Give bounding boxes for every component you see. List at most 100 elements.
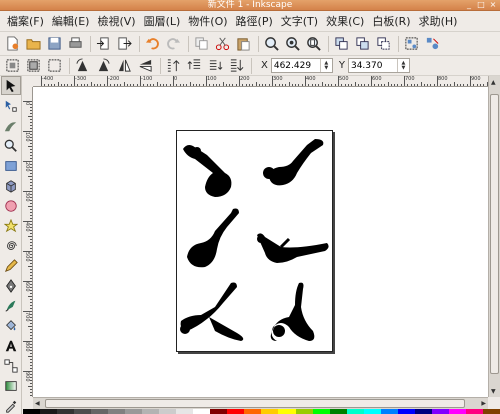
menu-file[interactable]: 檔案(F) — [4, 12, 47, 31]
y-spinbox[interactable]: ▲▼ — [347, 58, 410, 73]
y-input[interactable] — [348, 59, 397, 72]
x-spinbox[interactable]: ▲▼ — [270, 58, 333, 73]
palette-swatch[interactable] — [346, 409, 364, 414]
pencil-tool-icon[interactable] — [1, 256, 21, 275]
vertical-ruler[interactable]: 01002003004005006007008009001000 — [23, 87, 33, 397]
palette-swatch[interactable] — [125, 409, 143, 414]
drawing-canvas[interactable] — [33, 87, 488, 397]
export-icon[interactable] — [115, 34, 134, 53]
horizontal-scrollbar[interactable]: ◀ ▶ — [33, 397, 488, 409]
palette-swatch[interactable] — [397, 409, 415, 414]
import-icon[interactable] — [94, 34, 113, 53]
close-icon[interactable]: × — [488, 0, 498, 10]
rotate-cw-icon[interactable] — [94, 56, 113, 75]
menu-layer[interactable]: 圖層(L) — [141, 12, 184, 31]
scroll-down-icon[interactable]: ▼ — [491, 388, 496, 395]
dancer-silhouette[interactable] — [263, 139, 324, 186]
horizontal-ruler[interactable]: -400 -300 -200 -100 0 100 200 300 400 500 600 700 80… — [33, 76, 488, 87]
flip-vertical-icon[interactable] — [136, 56, 155, 75]
palette-swatch[interactable] — [448, 409, 466, 414]
palette-swatch[interactable] — [176, 409, 194, 414]
menu-edit[interactable]: 編輯(E) — [49, 12, 93, 31]
dropper-tool-icon[interactable] — [1, 396, 21, 414]
zoom-drawing-icon[interactable] — [283, 34, 302, 53]
tweak-tool-icon[interactable] — [1, 116, 21, 135]
text-tool-icon[interactable] — [1, 336, 21, 355]
vertical-scroll-thumb[interactable] — [490, 94, 499, 374]
palette-swatch[interactable] — [312, 409, 330, 414]
palette-swatch[interactable] — [482, 409, 500, 414]
dancer-silhouette[interactable] — [270, 282, 315, 341]
palette-swatch[interactable] — [142, 409, 160, 414]
y-spin-arrows[interactable]: ▲ ▼ — [396, 59, 409, 72]
x-input[interactable] — [271, 59, 320, 72]
palette-swatch[interactable] — [431, 409, 449, 414]
horizontal-scroll-thumb[interactable] — [45, 399, 465, 408]
paste-icon[interactable] — [234, 34, 253, 53]
palette-swatch[interactable] — [57, 409, 75, 414]
scroll-up-icon[interactable]: ▲ — [491, 79, 496, 86]
cut-icon[interactable] — [213, 34, 232, 53]
select-all-layers-icon[interactable] — [24, 56, 43, 75]
paint-bucket-tool-icon[interactable] — [1, 316, 21, 335]
palette-swatch[interactable] — [329, 409, 347, 414]
palette-swatch[interactable] — [414, 409, 432, 414]
zoom-selection-icon[interactable] — [262, 34, 281, 53]
palette-swatch[interactable] — [278, 409, 296, 414]
menu-view[interactable]: 檢視(V) — [94, 12, 138, 31]
redo-icon[interactable] — [164, 34, 183, 53]
group-icon[interactable] — [402, 34, 421, 53]
copy-icon[interactable] — [192, 34, 211, 53]
palette-swatch[interactable] — [465, 409, 483, 414]
node-tool-icon[interactable] — [1, 96, 21, 115]
palette-swatch[interactable] — [23, 409, 41, 414]
zoom-page-icon[interactable] — [304, 34, 323, 53]
raise-icon[interactable] — [185, 56, 204, 75]
selector-tool-icon[interactable] — [1, 76, 21, 95]
3d-box-tool-icon[interactable] — [1, 176, 21, 195]
lower-icon[interactable] — [206, 56, 225, 75]
palette-swatch[interactable] — [210, 409, 228, 414]
menu-object[interactable]: 物件(O) — [185, 12, 230, 31]
menu-text[interactable]: 文字(T) — [278, 12, 321, 31]
palette-swatch[interactable] — [91, 409, 109, 414]
palette-swatch[interactable] — [40, 409, 58, 414]
connector-tool-icon[interactable] — [1, 356, 21, 375]
open-folder-icon[interactable] — [24, 34, 43, 53]
palette-swatch[interactable] — [193, 409, 211, 414]
clone-icon[interactable] — [353, 34, 372, 53]
minimize-icon[interactable]: _ — [464, 0, 474, 10]
x-spin-arrows[interactable]: ▲ ▼ — [319, 59, 332, 72]
dancer-silhouette[interactable] — [257, 233, 329, 263]
unlink-clone-icon[interactable] — [374, 34, 393, 53]
save-icon[interactable] — [45, 34, 64, 53]
star-tool-icon[interactable] — [1, 216, 21, 235]
spiral-tool-icon[interactable] — [1, 236, 21, 255]
rectangle-tool-icon[interactable] — [1, 156, 21, 175]
new-document-icon[interactable] — [3, 34, 22, 53]
select-all-icon[interactable] — [3, 56, 22, 75]
raise-to-top-icon[interactable] — [164, 56, 183, 75]
palette-swatch[interactable] — [380, 409, 398, 414]
palette-swatch[interactable] — [159, 409, 177, 414]
ellipse-tool-icon[interactable] — [1, 196, 21, 215]
menu-effects[interactable]: 效果(C) — [323, 12, 367, 31]
flip-horizontal-icon[interactable] — [115, 56, 134, 75]
lower-to-bottom-icon[interactable] — [227, 56, 246, 75]
zoom-tool-icon[interactable] — [1, 136, 21, 155]
calligraphy-tool-icon[interactable] — [1, 296, 21, 315]
dancer-silhouette[interactable] — [180, 282, 244, 342]
menu-help[interactable]: 求助(H) — [416, 12, 461, 31]
deselect-icon[interactable] — [45, 56, 64, 75]
print-icon[interactable] — [66, 34, 85, 53]
menu-path[interactable]: 路徑(P) — [233, 12, 276, 31]
ungroup-icon[interactable] — [423, 34, 442, 53]
palette-swatch[interactable] — [108, 409, 126, 414]
vertical-scrollbar[interactable]: ▲ ▼ — [488, 76, 500, 397]
undo-icon[interactable] — [143, 34, 162, 53]
duplicate-icon[interactable] — [332, 34, 351, 53]
palette-swatch[interactable] — [363, 409, 381, 414]
pen-tool-icon[interactable] — [1, 276, 21, 295]
palette-swatch[interactable] — [227, 409, 245, 414]
menu-whiteboard[interactable]: 白板(R) — [369, 12, 413, 31]
